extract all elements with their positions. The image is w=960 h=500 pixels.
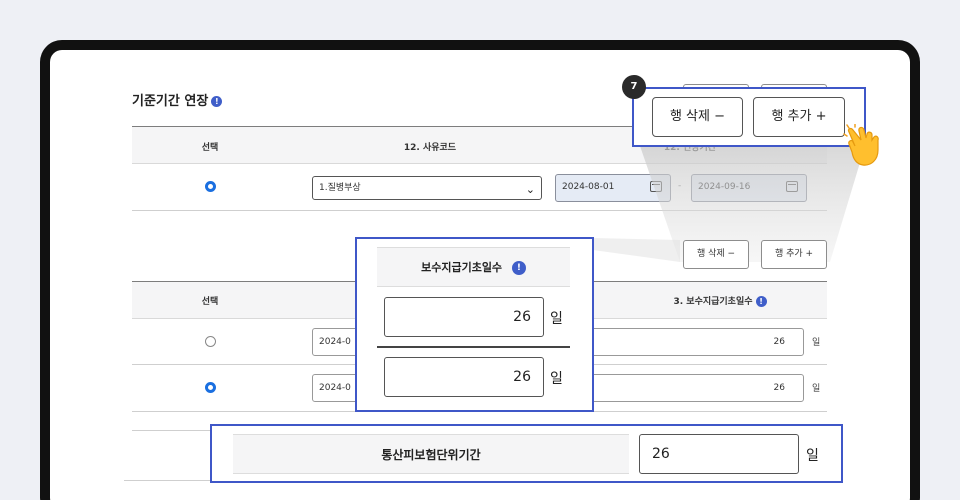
days-input[interactable]: 26 <box>590 328 804 356</box>
header-days: 3. 보수지급기초일수! <box>640 294 800 307</box>
unit-label: 일 <box>550 371 563 387</box>
unit-label: 일 <box>550 311 563 327</box>
hand-pointer-icon <box>843 124 879 166</box>
days-callout-input[interactable]: 26 <box>384 297 544 337</box>
total-label: 통산피보험단위기간 <box>381 448 481 462</box>
info-icon: ! <box>755 296 767 307</box>
row-delete-button[interactable]: 행 삭제 − <box>683 240 749 269</box>
info-icon: ! <box>511 261 526 275</box>
row-radio[interactable] <box>205 382 216 393</box>
row-radio[interactable] <box>205 336 216 347</box>
step-badge: 7 <box>622 75 646 99</box>
add-row-button[interactable]: 행 추가 + <box>753 97 845 137</box>
row-add-button[interactable]: 행 추가 + <box>761 240 827 269</box>
delete-row-button[interactable]: 행 삭제 − <box>652 97 743 137</box>
days-callout-title: 보수지급기초일수 ! <box>377 259 570 275</box>
divider <box>377 346 570 348</box>
unit-label: 일 <box>812 384 821 394</box>
days-callout-input[interactable]: 26 <box>384 357 544 397</box>
days-input[interactable]: 26 <box>590 374 804 402</box>
unit-label: 일 <box>812 338 821 348</box>
unit-label: 일 <box>806 448 819 464</box>
header-select-2: 선택 <box>201 297 219 307</box>
divider <box>132 430 212 431</box>
total-input[interactable]: 26 <box>639 434 799 474</box>
divider <box>124 480 214 481</box>
